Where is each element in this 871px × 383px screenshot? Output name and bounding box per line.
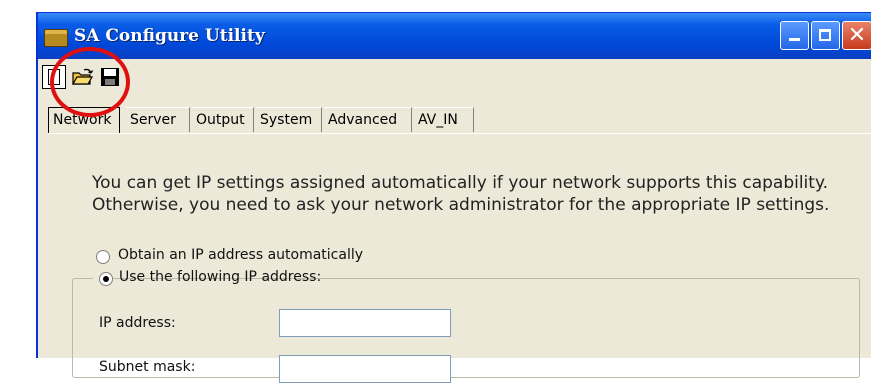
window-title: SA Configure Utility <box>74 26 265 46</box>
radio-obtain-automatically-label[interactable]: Obtain an IP address automatically <box>118 247 363 263</box>
intro-text: You can get IP settings assigned automat… <box>92 172 852 216</box>
close-button[interactable]: ✕ <box>842 21 871 50</box>
subnet-mask-label: Subnet mask: <box>99 359 196 375</box>
ip-address-label: IP address: <box>99 315 176 331</box>
highlight-circle <box>50 47 130 117</box>
tab-system[interactable]: System <box>256 107 322 132</box>
minimize-button[interactable] <box>780 21 809 50</box>
close-icon: ✕ <box>847 23 867 48</box>
network-tab-panel: You can get IP settings assigned automat… <box>48 133 871 383</box>
subnet-mask-input[interactable] <box>279 355 451 383</box>
maximize-button[interactable] <box>811 21 840 50</box>
minimize-icon <box>789 38 800 41</box>
tab-av-in[interactable]: AV_IN <box>414 107 474 132</box>
ip-address-input[interactable] <box>279 309 451 337</box>
maximize-icon <box>819 29 831 41</box>
radio-obtain-automatically[interactable] <box>96 250 110 264</box>
app-icon <box>44 29 68 47</box>
radio-use-following[interactable] <box>99 272 113 286</box>
tab-advanced[interactable]: Advanced <box>324 107 412 132</box>
intro-line-1: You can get IP settings assigned automat… <box>92 173 828 193</box>
app-window: SA Configure Utility ✕ Network Server Ou… <box>36 12 871 383</box>
tab-server[interactable]: Server <box>126 107 190 132</box>
toolbar <box>38 59 871 107</box>
title-bar[interactable]: SA Configure Utility ✕ <box>38 13 871 59</box>
group-legend: Use the following IP address: <box>93 269 321 289</box>
intro-line-2: Otherwise, you need to ask your network … <box>92 195 830 215</box>
radio-use-following-label[interactable]: Use the following IP address: <box>119 269 321 285</box>
tab-output[interactable]: Output <box>192 107 254 132</box>
ip-settings-group: Use the following IP address: IP address… <box>72 269 860 383</box>
